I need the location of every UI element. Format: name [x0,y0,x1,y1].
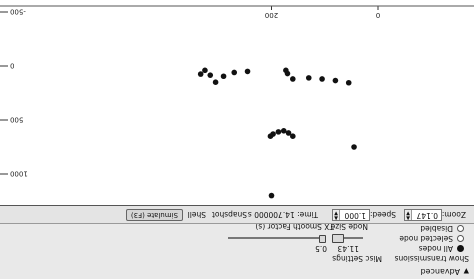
x-tick-label: 200 [265,11,278,19]
zoom-value[interactable]: 0.147 [417,211,438,220]
y-tick-label: -500 [10,8,26,16]
misc-settings-title: Misc Settings [332,254,382,263]
app-window: ▼ Advanced Show transmissions All nodes … [0,0,474,279]
network-node[interactable] [345,79,352,86]
y-tick-label: 1000 [10,170,28,178]
smooth-factor-value: 0.5 [315,244,327,253]
spin-arrows-icon[interactable]: ▲ ▼ [405,210,412,221]
simulation-toolbar: Zoom: 0.147 ▲ ▼ Speed: 1.000 ▲ ▼ Time: 14.… [0,205,474,223]
y-tick-label: 500 [10,116,23,124]
network-node[interactable] [283,67,289,74]
divider [0,205,474,206]
advanced-section-header[interactable]: ▼ Advanced [0,264,474,277]
triangle-down-icon[interactable]: ▼ [464,267,469,275]
network-node[interactable] [332,77,339,84]
network-node[interactable] [280,128,287,134]
network-node[interactable] [285,130,292,136]
x-tick-label: 0 [376,11,380,19]
smooth-factor-slider-knob[interactable] [319,235,327,243]
network-node[interactable] [267,133,274,139]
network-node[interactable] [231,69,238,76]
spin-arrows-icon[interactable]: ▲ ▼ [333,210,340,221]
network-node[interactable] [244,68,251,75]
network-node[interactable] [290,76,296,82]
topology-canvas[interactable]: 020010001200-500050010001500 [0,0,474,205]
speed-label: Speed: [369,210,396,219]
radio-selected-icon[interactable] [457,245,464,252]
network-node[interactable] [268,192,275,199]
snapshot-button[interactable]: Snapshot [212,210,247,219]
network-node[interactable] [207,72,214,78]
network-node[interactable] [319,76,325,82]
network-node[interactable] [275,129,282,135]
network-node[interactable] [305,75,312,81]
time-display: Time: 14.700000 s [247,210,318,219]
speed-value[interactable]: 1.000 [345,211,366,220]
y-tick-label: 0 [10,62,14,70]
radio-unselected-icon[interactable] [457,225,464,232]
shell-button[interactable]: Shell [188,210,206,219]
radio-all-nodes[interactable]: All nodes [419,244,464,253]
network-node[interactable] [212,79,219,85]
network-node[interactable] [351,144,357,150]
radio-selected-node[interactable]: Selected node [399,234,464,243]
node-size-value: 11.43 [337,244,359,253]
zoom-spinbox[interactable]: 0.147 ▲ ▼ [404,209,442,221]
radio-disabled[interactable]: Disabled [420,224,464,233]
radio-unselected-icon[interactable] [457,235,464,242]
network-node[interactable] [220,73,227,80]
advanced-label: Advanced [420,267,460,276]
speed-spinbox[interactable]: 1.000 ▲ ▼ [332,209,370,221]
divider [0,223,474,224]
node-plot[interactable]: 020010001200-500050010001500 [0,0,474,205]
zoom-label: Zoom: [441,210,466,219]
smooth-factor-slider-track[interactable] [228,237,326,239]
radio-label: Selected node [399,234,453,243]
node-size-slider-knob[interactable] [332,234,345,243]
network-node[interactable] [197,71,204,77]
show-transmissions-title: Show transmissions [394,254,469,263]
network-node[interactable] [202,67,208,74]
radio-label: Disabled [420,224,453,233]
radio-label: All nodes [418,244,453,253]
simulate-button[interactable]: Simulate (F3) [125,209,183,221]
